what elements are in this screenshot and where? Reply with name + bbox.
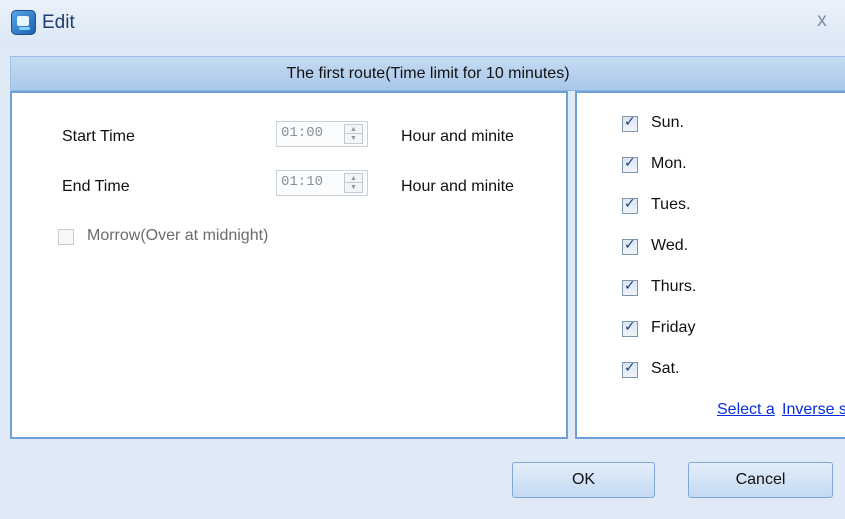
spin-up-icon[interactable]: ▲ <box>345 174 362 183</box>
close-icon[interactable]: x <box>810 9 834 33</box>
end-time-value[interactable]: 01:10 <box>281 174 323 190</box>
thurs-checkbox[interactable] <box>622 278 638 296</box>
ok-button[interactable]: OK <box>512 462 655 498</box>
day-label-friday: Friday <box>651 319 696 336</box>
window-title: Edit <box>42 12 75 33</box>
route-header: The first route(Time limit for 10 minute… <box>10 56 845 91</box>
inverse-select-link[interactable]: Inverse se <box>782 401 845 419</box>
morrow-label: Morrow(Over at midnight) <box>87 227 269 244</box>
wed-checkbox[interactable] <box>622 237 638 255</box>
select-all-link[interactable]: Select a <box>717 401 775 419</box>
sat-checkbox[interactable] <box>622 360 638 378</box>
end-time-spinner[interactable]: 01:10 ▲ ▼ <box>276 170 368 196</box>
days-panel: Sun. Mon. Tues. Wed. Thurs. Friday Sat. … <box>575 91 845 439</box>
cancel-button[interactable]: Cancel <box>688 462 833 498</box>
start-time-spin-buttons[interactable]: ▲ ▼ <box>344 124 363 144</box>
edit-dialog: Edit x The first route(Time limit for 10… <box>0 0 845 519</box>
start-time-label: Start Time <box>62 128 135 145</box>
day-label-mon: Mon. <box>651 155 687 172</box>
end-time-spin-buttons[interactable]: ▲ ▼ <box>344 173 363 193</box>
start-time-unit: Hour and minite <box>401 128 514 145</box>
morrow-checkbox[interactable] <box>58 229 74 245</box>
end-time-label: End Time <box>62 178 130 195</box>
end-time-unit: Hour and minite <box>401 178 514 195</box>
mon-checkbox[interactable] <box>622 155 638 173</box>
start-time-value[interactable]: 01:00 <box>281 125 323 141</box>
friday-checkbox[interactable] <box>622 319 638 337</box>
spin-down-icon[interactable]: ▼ <box>345 134 362 143</box>
sun-checkbox[interactable] <box>622 114 638 132</box>
day-label-sun: Sun. <box>651 114 684 131</box>
title-bar: Edit x <box>0 0 845 46</box>
day-label-sat: Sat. <box>651 360 680 377</box>
spin-up-icon[interactable]: ▲ <box>345 125 362 134</box>
day-label-wed: Wed. <box>651 237 689 254</box>
tues-checkbox[interactable] <box>622 196 638 214</box>
start-time-spinner[interactable]: 01:00 ▲ ▼ <box>276 121 368 147</box>
day-label-thurs: Thurs. <box>651 278 697 295</box>
time-panel: Start Time 01:00 ▲ ▼ Hour and minite End… <box>10 91 568 439</box>
app-icon <box>11 10 36 35</box>
spin-down-icon[interactable]: ▼ <box>345 183 362 192</box>
day-label-tues: Tues. <box>651 196 691 213</box>
